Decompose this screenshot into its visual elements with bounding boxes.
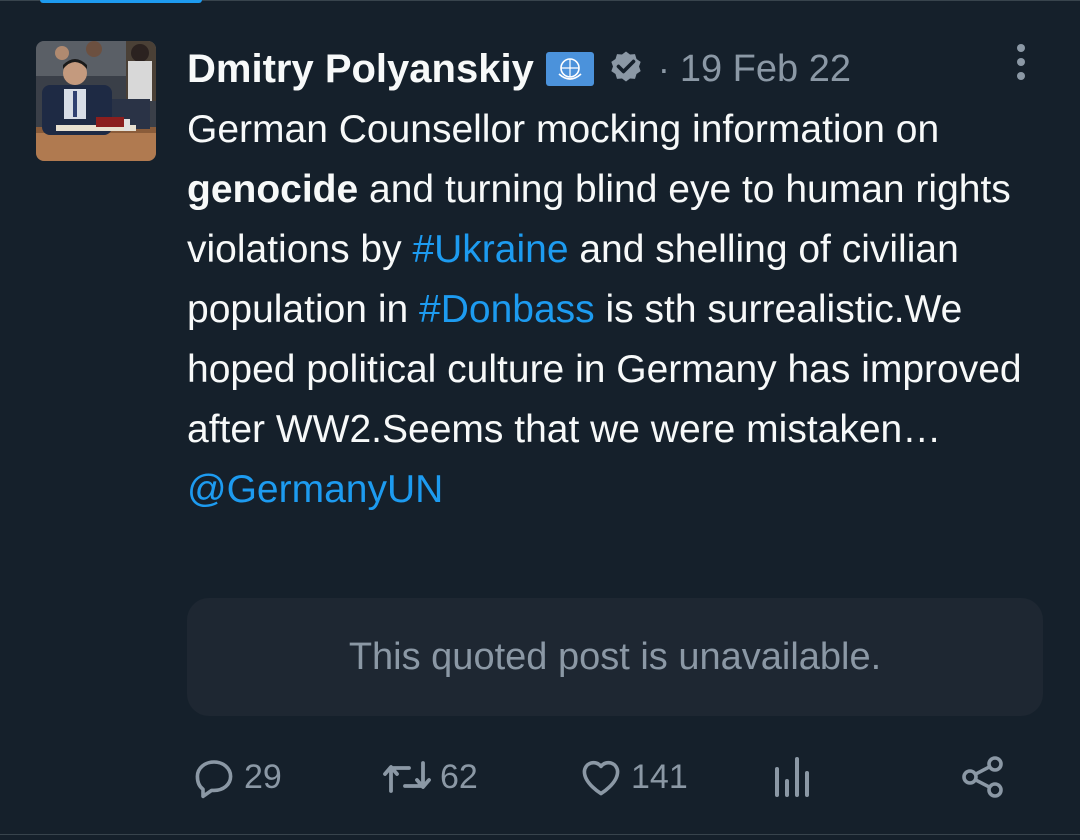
quoted-post-card: This quoted post is unavailable. — [187, 598, 1043, 716]
views-button[interactable] — [772, 745, 812, 809]
repost-count: 62 — [440, 757, 478, 796]
views-bar-chart-icon — [775, 757, 809, 797]
reply-count: 29 — [244, 757, 282, 796]
tweet-header: Dmitry Polyanskiy · 19 Feb 22 — [187, 42, 851, 96]
action-bar: 29 62 141 — [187, 745, 1037, 809]
repost-button[interactable]: 62 — [380, 745, 478, 809]
tweet-text: German Counsellor mocking information on… — [187, 100, 1057, 520]
avatar[interactable] — [36, 41, 156, 161]
un-flag-icon — [545, 52, 594, 86]
reply-button[interactable]: 29 — [190, 745, 282, 809]
reply-icon — [195, 760, 233, 799]
more-options-icon[interactable] — [1006, 40, 1036, 84]
avatar-photo — [36, 41, 156, 161]
like-button[interactable]: 141 — [577, 745, 688, 809]
bottom-divider — [0, 834, 1080, 835]
tweet-text-bold: genocide — [187, 168, 359, 211]
mention-link[interactable]: @GermanyUN — [187, 468, 443, 511]
share-icon — [962, 756, 1003, 798]
quoted-post-unavailable-text: This quoted post is unavailable. — [348, 635, 882, 678]
verified-badge-icon — [606, 49, 646, 89]
share-button[interactable] — [959, 745, 1007, 809]
tweet-date[interactable]: 19 Feb 22 — [680, 48, 851, 91]
hashtag-link[interactable]: #Ukraine — [412, 228, 568, 271]
tweet-text-segment: German Counsellor mocking information on — [187, 108, 940, 151]
repost-icon — [383, 761, 431, 793]
author-name[interactable]: Dmitry Polyanskiy — [187, 47, 534, 92]
active-tab-indicator — [40, 0, 202, 3]
like-count: 141 — [631, 757, 688, 796]
hashtag-link[interactable]: #Donbass — [419, 288, 595, 331]
separator-dot: · — [657, 48, 670, 89]
heart-icon — [582, 760, 620, 796]
